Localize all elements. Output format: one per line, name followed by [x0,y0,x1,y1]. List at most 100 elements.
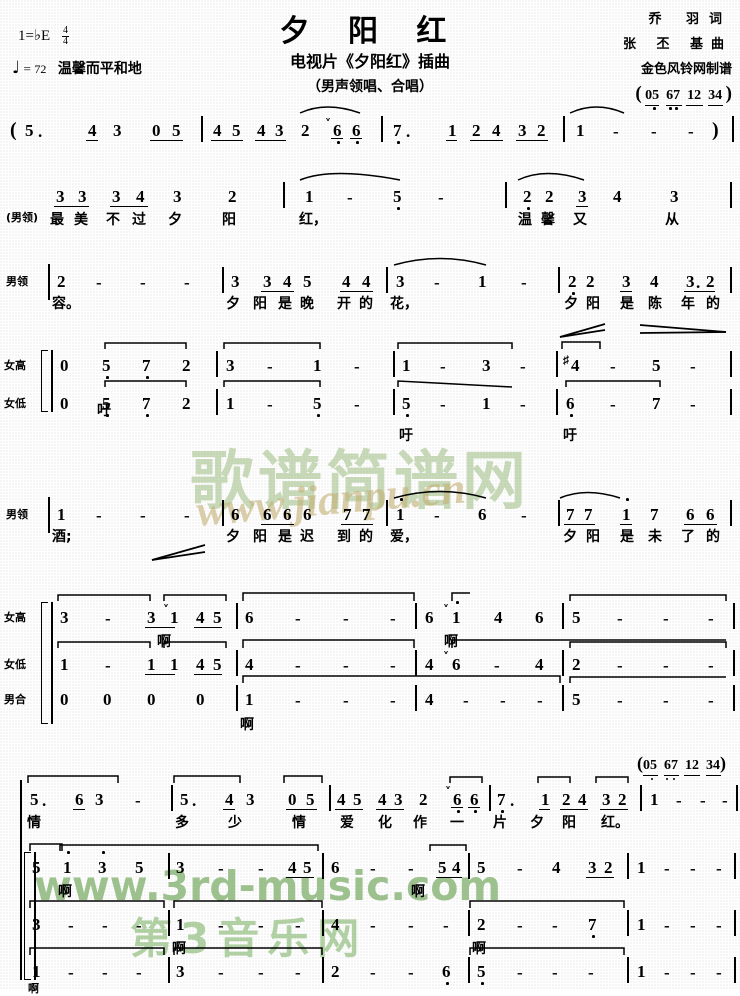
note: 4 [578,790,587,809]
note: 6 [566,394,575,413]
note: 5 [30,790,39,809]
duration-dash: - [716,859,722,878]
note: 5 [572,690,581,709]
lyric-syllable: 啊 [157,634,171,650]
note: 4 [337,790,346,809]
lyric-syllable: 晚 [300,296,314,312]
note: 1 [448,121,457,140]
lyric-syllable: 了 [681,529,695,545]
barline [730,500,732,526]
beam [446,140,457,142]
part-label-male-chorus: 男合 [4,693,26,706]
duration-dash: - [588,963,594,982]
duration-dash: - [408,859,414,878]
duration-dash: - [218,916,224,935]
note: 3 [56,187,65,206]
lyric-syllable: 啊 [240,717,254,733]
lyric-syllable: 化 [378,815,392,831]
note: 2 [572,655,581,674]
lyric-syllable: 情 [292,815,306,831]
intro-open-paren: ( [10,119,17,141]
duration-dash: - [258,916,264,935]
tempo-equals: = [23,61,31,76]
note: 2 [545,187,554,206]
note: 1 [622,505,631,524]
note: 5 [232,121,241,140]
note: 5 [213,608,222,627]
note: 2 [477,915,486,934]
duration-dash: - [370,916,376,935]
lyric-syllable: 啊 [28,982,39,995]
duration-dash: - [690,859,696,878]
duration-dash: - [716,916,722,935]
lyric-syllable: 阳 [586,296,600,312]
note: 4 [196,608,205,627]
note: 7 [393,121,402,140]
beam [600,809,628,811]
duration-dash: - [258,963,264,982]
barline [322,910,324,936]
credit-composer: 张 丕 基曲 [622,37,732,52]
note: 1 [637,858,646,877]
duration-dash: - [370,963,376,982]
credit-lyricist: 乔 羽词 [648,12,732,27]
barline [556,389,558,415]
octave-down-dot [397,141,400,144]
duration-dash: - [140,506,146,525]
note: 7 [588,915,597,934]
note: 1 [63,858,72,877]
note: 3 [482,356,491,375]
note: 0 [60,394,69,413]
note: 1 [176,915,185,934]
note: 5 [313,394,322,413]
lyric-syllable: 年 [681,296,695,312]
lyric-syllable: 容。 [52,296,80,312]
duration-dash: - [708,609,714,628]
breath-tick-icon: ˅ [445,785,451,799]
expression-marking: 温馨而平和地 [57,61,142,77]
note: 2 [618,790,627,809]
barline [393,351,395,377]
duration-dash: - [617,656,623,675]
lyric-syllable: 夕 [530,815,544,831]
note: 6 [425,608,434,627]
augmentation-dot: . [192,791,197,810]
lyric-syllable: 啊 [472,941,486,957]
note: 1 [482,394,491,413]
barline [468,910,470,936]
note: 4 [225,790,234,809]
note: 2 [182,356,191,375]
duration-dash: - [347,188,353,207]
barline [168,957,170,983]
note: 6 [245,608,254,627]
note: 7 [142,394,151,413]
note: 1 [396,505,405,524]
note: 2 [182,394,191,413]
barline [734,853,736,879]
part-label-male-lead: (男领) [6,211,39,224]
note: 2 [537,121,546,140]
barline [468,957,470,983]
duration-dash: - [105,609,111,628]
octave-down-dot [592,935,595,938]
duration-dash: - [440,357,446,376]
octave-down-dot [446,982,449,985]
beam [150,140,183,142]
note: 7 [566,505,575,524]
lyric-syllable: 啊 [58,884,72,900]
duration-dash: - [690,963,696,982]
duration-dash: - [463,691,469,710]
lyric-syllable: 片 [493,815,507,831]
lyric-syllable: 夕 [563,529,577,545]
duration-dash: - [258,859,264,878]
duration-dash: - [500,691,506,710]
note: 3 [588,858,597,877]
duration-dash: - [218,859,224,878]
note: 1 [57,505,66,524]
beam [110,206,148,208]
note: 4 [378,790,387,809]
barline [222,500,224,526]
barline [732,116,734,142]
lyric-syllable: 多 [175,815,189,831]
octave-down-dot [146,414,149,417]
